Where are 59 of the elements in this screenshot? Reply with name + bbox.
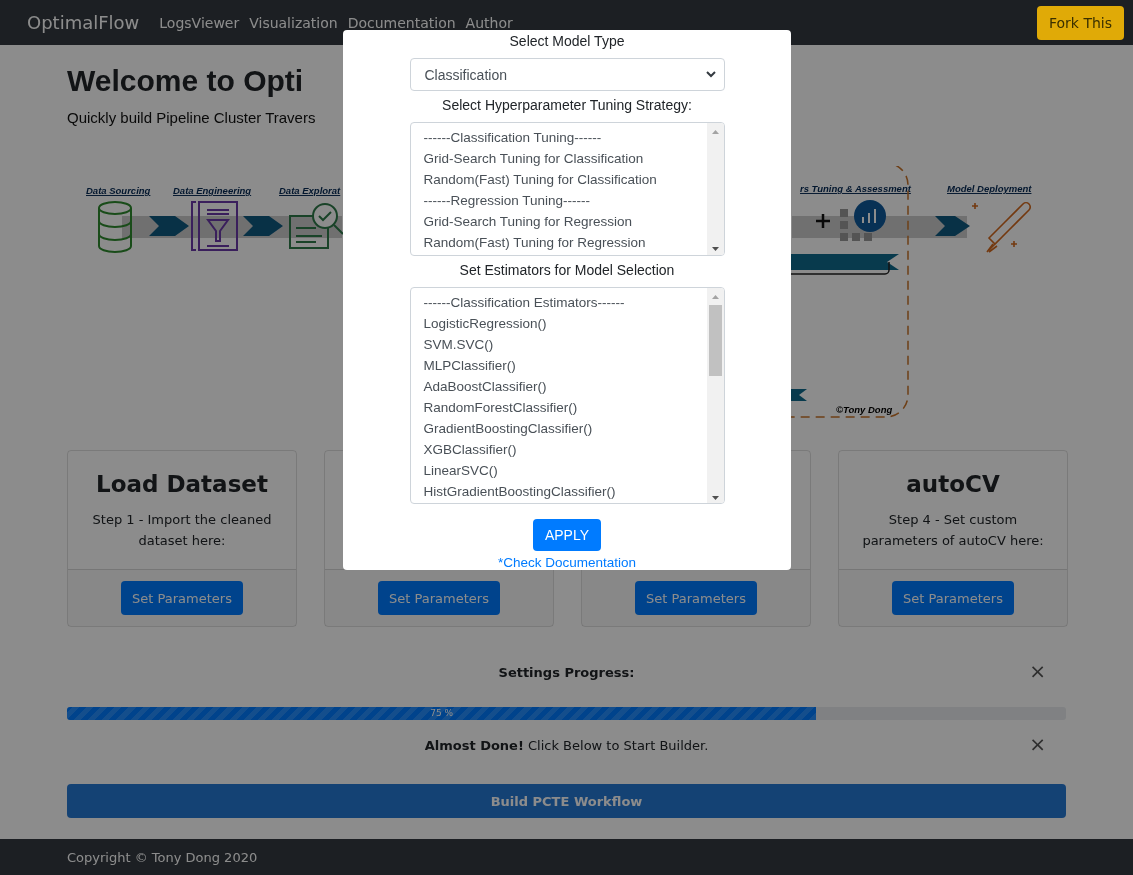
documentation-link[interactable]: *Check Documentation — [497, 555, 637, 570]
stage-label: Model Deployment — [947, 183, 1032, 194]
list-option[interactable]: ------Classification Estimators------ — [423, 292, 707, 314]
list-option[interactable]: Grid-Search Tuning for Classification — [423, 148, 707, 170]
list-option[interactable]: GradientBoostingClassifier() — [423, 418, 707, 440]
credit-text: ©Tony Dong — [836, 404, 893, 415]
list-option[interactable]: ------Classification Tuning------ — [423, 127, 707, 149]
nav-link[interactable]: Documentation — [347, 14, 456, 31]
estimator-list[interactable] — [409, 287, 725, 504]
stage-label: rs Tuning & Assessment — [800, 183, 911, 194]
progress-reading: 75 % — [430, 707, 454, 720]
chevron-arrow-icon — [243, 216, 283, 236]
stage-label: Data Sourcing — [86, 185, 151, 196]
copyright-text: Copyright © Tony Dong 2020 — [67, 849, 258, 865]
card-title: autoCV — [906, 471, 1000, 497]
ribbon-banner — [791, 389, 807, 401]
list-option[interactable]: SVM.SVC() — [423, 334, 707, 356]
funnel-document-icon — [191, 201, 238, 251]
field-label: Select Model Type — [509, 32, 625, 50]
list-option[interactable]: LogisticRegression() — [423, 313, 707, 335]
card-title: Load Dataset — [96, 471, 268, 497]
tuning-strategy-list[interactable] — [409, 122, 725, 257]
close-button[interactable]: × — [1029, 732, 1046, 756]
field-label: Select Hyperparameter Tuning Strategy: — [442, 96, 692, 115]
scrollbar[interactable] — [706, 288, 724, 503]
close-button[interactable]: × — [1029, 659, 1046, 683]
stage-label: Data Explorat — [279, 185, 341, 196]
chart-bubble-icon — [840, 200, 886, 241]
page-subtitle: Quickly build Pipeline Cluster Travers — [67, 109, 316, 126]
list-option[interactable]: MLPClassifier() — [423, 355, 707, 377]
card-text: Step 1 - Import the cleaned dataset here: — [91, 511, 273, 550]
brand-name[interactable]: OptimalFlow — [27, 12, 140, 33]
plus-icon — [814, 212, 832, 230]
list-option[interactable]: ------Regression Tuning------ — [423, 190, 707, 212]
list-option[interactable]: Random(Fast) Tuning for Regression — [423, 232, 707, 254]
stage-label: Data Engineering — [173, 185, 252, 196]
page-title: Welcome to Opti — [67, 63, 304, 99]
card-text: Step 4 - Set custom parameters of autoCV here: — [861, 511, 1045, 550]
scrollbar[interactable] — [706, 123, 724, 256]
list-option[interactable]: Grid-Search Tuning for Regression — [423, 211, 707, 233]
field-label: Set Estimators for Model Selection — [459, 261, 675, 280]
nav-link[interactable]: Author — [465, 14, 513, 31]
progress-heading: Settings Progress: — [498, 664, 635, 680]
list-option[interactable]: LinearSVC() — [423, 460, 707, 482]
nav-link[interactable]: Visualization — [249, 14, 338, 31]
list-option[interactable]: Random(Fast) Tuning for Classification — [423, 169, 707, 191]
alert-message: Almost Done! Click Below to Start Builder. — [424, 737, 709, 753]
fork-button[interactable]: Fork This — [1036, 5, 1124, 40]
chevron-arrow-icon — [935, 216, 970, 236]
list-option[interactable]: HistGradientBoostingClassifier() — [423, 481, 707, 503]
apply-button[interactable]: APPLY — [532, 518, 602, 551]
list-option[interactable]: XGBClassifier() — [423, 439, 707, 461]
nav-link[interactable]: LogsViewer — [159, 14, 240, 31]
database-icon — [98, 201, 132, 253]
list-option[interactable]: AdaBoostClassifier() — [423, 376, 707, 398]
model-type-select[interactable]: Classification — [409, 58, 725, 92]
chevron-arrow-icon — [149, 216, 189, 236]
chevron-down-icon — [705, 71, 716, 79]
list-option[interactable]: RandomForestClassifier() — [423, 397, 707, 419]
